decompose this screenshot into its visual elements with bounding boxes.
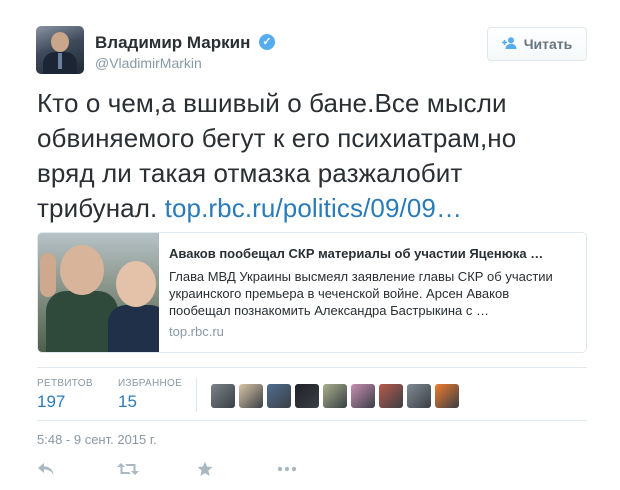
tweet-timestamp[interactable]: 5:48 - 9 сент. 2015 г. <box>37 432 157 447</box>
favorites-count[interactable]: 15 <box>118 392 137 412</box>
follow-button-label: Читать <box>523 36 573 52</box>
tweet-text-end: трибунал. <box>37 193 158 223</box>
favoriter-avatar[interactable] <box>407 384 431 408</box>
tweet: Владимир Маркин ✓ @VladimirMarkin Читать… <box>0 0 620 490</box>
add-user-icon <box>501 36 518 52</box>
author-avatar[interactable] <box>36 26 84 74</box>
favoriter-avatar[interactable] <box>379 384 403 408</box>
favoriter-avatar[interactable] <box>323 384 347 408</box>
tweet-text-line: вряд ли такая отмазка разжалобит <box>37 158 463 188</box>
favoriter-avatar[interactable] <box>435 384 459 408</box>
divider <box>37 367 587 368</box>
tweet-text-line: обвиняемого бегут к его психиатрам,но <box>37 123 517 153</box>
author-handle[interactable]: @VladimirMarkin <box>95 55 202 71</box>
card-description: Глава МВД Украины высмеял заявление глав… <box>169 269 553 318</box>
link-card[interactable]: Аваков пообещал СКР материалы об участии… <box>37 232 587 353</box>
stats-separator <box>196 378 197 412</box>
favorites-label[interactable]: ИЗБРАННОЕ <box>118 378 182 389</box>
follow-button[interactable]: Читать <box>487 27 587 61</box>
tweet-text-line-last: трибунал. top.rbc.ru/politics/09/09… <box>37 191 597 226</box>
divider <box>37 420 587 421</box>
favoriter-avatar[interactable] <box>267 384 291 408</box>
retweets-count[interactable]: 197 <box>37 392 65 412</box>
tweet-text: Кто о чем,а вшивый о бане.Все мысли обви… <box>37 86 597 226</box>
author-name[interactable]: Владимир Маркин <box>95 33 250 53</box>
favoriter-avatar[interactable] <box>295 384 319 408</box>
favoriter-avatar[interactable] <box>239 384 263 408</box>
favoriter-avatar[interactable] <box>211 384 235 408</box>
card-image[interactable] <box>38 233 159 352</box>
tweet-text-line: Кто о чем,а вшивый о бане.Все мысли <box>37 88 507 118</box>
reply-icon[interactable] <box>37 461 117 483</box>
card-title[interactable]: Аваков пообещал СКР материалы об участии… <box>169 246 579 261</box>
retweet-icon[interactable] <box>117 461 197 483</box>
tweet-actions <box>37 461 357 483</box>
favoriter-avatar[interactable] <box>351 384 375 408</box>
more-icon[interactable] <box>277 461 357 483</box>
tweet-link[interactable]: top.rbc.ru/politics/09/09… <box>165 193 462 223</box>
verified-badge-icon: ✓ <box>259 34 275 50</box>
retweets-label[interactable]: РЕТВИТОВ <box>37 378 93 389</box>
favoriters-avatars <box>211 384 459 408</box>
card-domain: top.rbc.ru <box>169 324 224 339</box>
favorite-icon[interactable] <box>197 461 277 483</box>
